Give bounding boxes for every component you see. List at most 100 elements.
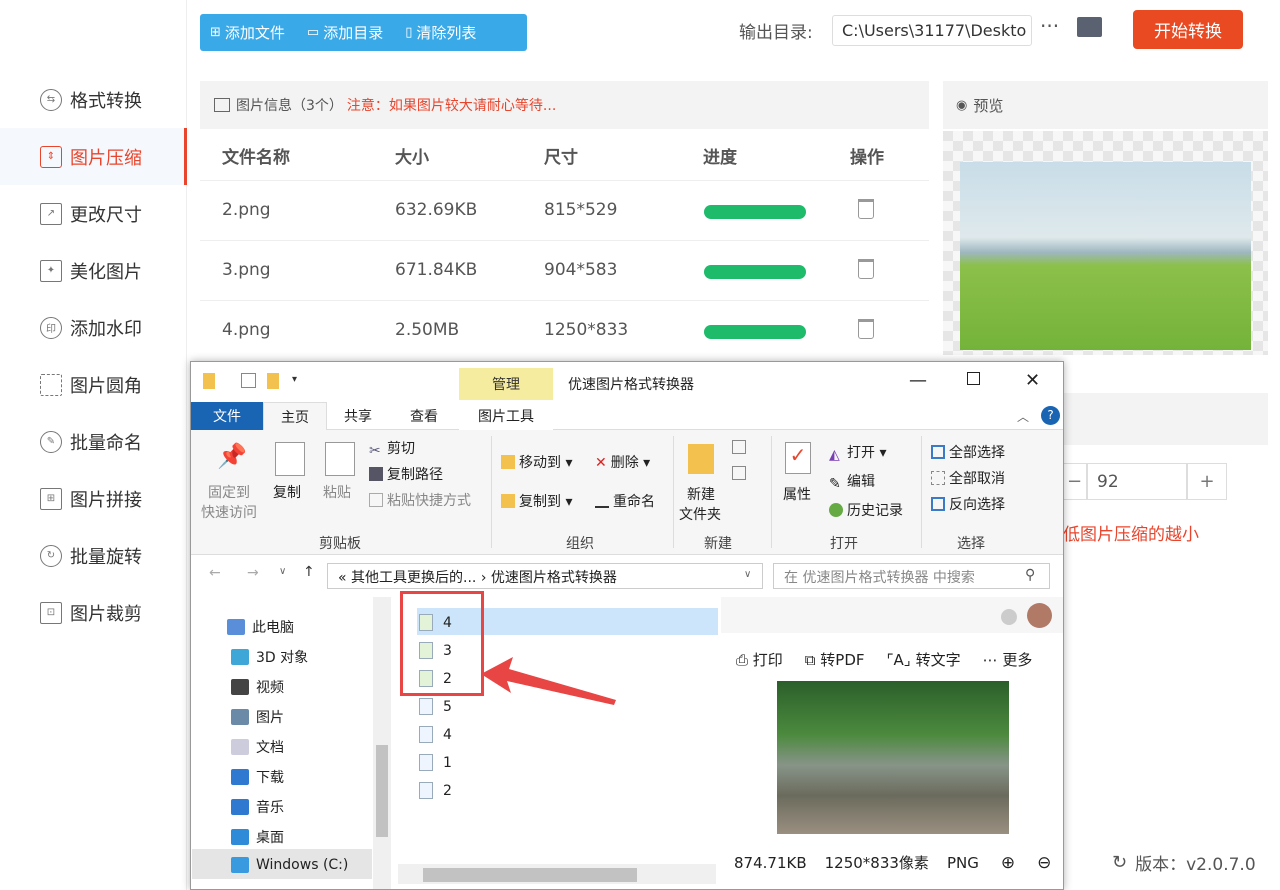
sidebar-item-crop[interactable]: ⊡ 图片裁剪 bbox=[0, 584, 187, 641]
output-dir-field[interactable]: C:\Users\31177\Deskto bbox=[832, 15, 1032, 46]
history-button[interactable]: 历史记录 bbox=[829, 500, 903, 520]
back-arrow-icon[interactable]: ← bbox=[209, 565, 221, 581]
recent-dropdown-icon[interactable]: ∨ bbox=[279, 566, 286, 577]
pin-button-label-1[interactable]: 固定到 bbox=[208, 482, 250, 502]
paste-button[interactable]: 粘贴 bbox=[323, 482, 351, 502]
select-none-button[interactable]: 全部取消 bbox=[931, 468, 1005, 488]
pictures-icon bbox=[231, 709, 249, 725]
quick-access-dropdown-icon[interactable]: ▾ bbox=[292, 374, 297, 385]
tab-view[interactable]: 查看 bbox=[399, 402, 449, 430]
new-folder-label-1[interactable]: 新建 bbox=[687, 484, 715, 504]
more-options-button[interactable]: ··· bbox=[1040, 14, 1059, 38]
maximize-button[interactable] bbox=[967, 372, 980, 385]
copy-to-button[interactable]: 复制到 ▾ bbox=[501, 491, 572, 511]
clear-list-button[interactable]: ▯ 清除列表 bbox=[405, 22, 476, 43]
zoom-in-icon[interactable]: ⊕ bbox=[1001, 853, 1015, 873]
address-dropdown-icon[interactable]: ∨ bbox=[744, 569, 751, 580]
select-all-button[interactable]: 全部选择 bbox=[931, 442, 1005, 462]
image-info-bar: 图片信息（3个） 注意：如果图片较大请耐心等待... bbox=[200, 81, 929, 129]
watermark-icon: 印 bbox=[40, 316, 62, 339]
image-icon bbox=[214, 98, 230, 112]
move-to-button[interactable]: 移动到 ▾ bbox=[501, 452, 572, 472]
minimize-button[interactable]: — bbox=[909, 370, 927, 391]
copy-path-button[interactable]: 复制路径 bbox=[369, 464, 443, 484]
open-folder-icon[interactable] bbox=[1077, 17, 1102, 37]
sidebar-item-watermark[interactable]: 印添加水印 bbox=[0, 299, 187, 356]
new-folder-label-2[interactable]: 文件夹 bbox=[679, 504, 721, 524]
nav-desktop[interactable]: 桌面 bbox=[231, 827, 284, 847]
more-button[interactable]: ⋯ 更多 bbox=[983, 649, 1033, 670]
open-button[interactable]: ◭ 打开 ▾ bbox=[829, 442, 886, 463]
quality-decrease-button[interactable]: − bbox=[1062, 463, 1087, 500]
sidebar-item-rounded[interactable]: 图片圆角 bbox=[0, 356, 187, 413]
quality-input[interactable]: 92 bbox=[1087, 463, 1187, 500]
zoom-out-icon[interactable]: ⊖ bbox=[1037, 853, 1051, 873]
nav-windows-c[interactable]: Windows (C:) bbox=[231, 857, 348, 873]
print-button[interactable]: ⎙ 打印 bbox=[736, 649, 783, 670]
nav-scrollbar-thumb[interactable] bbox=[376, 745, 388, 837]
quality-increase-button[interactable]: + bbox=[1187, 463, 1227, 500]
invert-selection-button[interactable]: 反向选择 bbox=[931, 494, 1005, 514]
to-pdf-button[interactable]: ⧉ 转PDF bbox=[805, 649, 865, 670]
tab-home[interactable]: 主页 bbox=[263, 402, 327, 430]
nav-3d-objects[interactable]: 3D 对象 bbox=[231, 647, 308, 667]
delete-button[interactable]: ✕ 删除 ▾ bbox=[595, 452, 650, 472]
group-select: 选择 bbox=[957, 536, 985, 552]
start-convert-button[interactable]: 开始转换 bbox=[1133, 10, 1243, 49]
close-button[interactable]: ✕ bbox=[1025, 370, 1040, 391]
address-input[interactable]: « 其他工具更换后的... › 优速图片格式转换器 bbox=[327, 563, 763, 589]
nav-this-pc[interactable]: 此电脑 bbox=[227, 617, 294, 637]
tab-share[interactable]: 共享 bbox=[333, 402, 383, 430]
search-input[interactable]: 在 优速图片格式转换器 中搜索 bbox=[773, 563, 1050, 589]
up-arrow-icon[interactable]: ↑ bbox=[303, 564, 315, 580]
to-text-button[interactable]: ⌜A⌟ 转文字 bbox=[887, 649, 961, 670]
new-item-icon[interactable] bbox=[732, 440, 746, 454]
delete-icon[interactable] bbox=[858, 319, 874, 339]
cut-button[interactable]: ✂ 剪切 bbox=[369, 438, 415, 459]
sidebar-item-beautify[interactable]: ✦ 美化图片 bbox=[0, 242, 187, 299]
sidebar-item-resize[interactable]: ↗ 更改尺寸 bbox=[0, 185, 187, 242]
paste-shortcut-label: 粘贴快捷方式 bbox=[387, 493, 471, 509]
tab-picture-tools[interactable]: 图片工具 bbox=[459, 402, 553, 430]
chevron-up-icon[interactable]: ︿ bbox=[1017, 408, 1029, 425]
nav-downloads[interactable]: 下载 bbox=[231, 767, 284, 787]
help-icon[interactable]: ? bbox=[1041, 406, 1060, 425]
edit-button[interactable]: ✎ 编辑 bbox=[829, 471, 875, 492]
forward-arrow-icon[interactable]: → bbox=[247, 565, 259, 581]
hscrollbar-thumb[interactable] bbox=[423, 868, 637, 882]
open-icon: ◭ bbox=[829, 447, 840, 463]
output-dir-label: 输出目录: bbox=[739, 23, 813, 43]
nav-music[interactable]: 音乐 bbox=[231, 797, 284, 817]
easy-access-icon[interactable] bbox=[732, 466, 746, 480]
delete-icon[interactable] bbox=[858, 259, 874, 279]
sidebar-item-format-convert[interactable]: ⇆ 格式转换 bbox=[0, 71, 187, 128]
image-info-title: 图片信息（3个） bbox=[236, 98, 343, 114]
row-divider bbox=[200, 300, 929, 301]
sidebar-item-stitch[interactable]: ⊞ 图片拼接 bbox=[0, 470, 187, 527]
file-item[interactable]: 1 bbox=[419, 754, 452, 771]
tab-file[interactable]: 文件 bbox=[191, 402, 263, 430]
add-dir-button[interactable]: ▭ 添加目录 bbox=[307, 22, 383, 43]
add-file-button[interactable]: ⊞ 添加文件 bbox=[210, 22, 285, 43]
pin-button-label-2[interactable]: 快速访问 bbox=[201, 502, 257, 522]
file-item[interactable]: 5 bbox=[419, 698, 452, 715]
file-item[interactable]: 4 bbox=[419, 726, 452, 743]
avatar[interactable] bbox=[1027, 603, 1052, 628]
nav-documents[interactable]: 文档 bbox=[231, 737, 284, 757]
nav-pictures[interactable]: 图片 bbox=[231, 707, 284, 727]
nav-videos[interactable]: 视频 bbox=[231, 677, 284, 697]
manage-context-tab[interactable]: 管理 bbox=[459, 368, 553, 400]
paste-shortcut-button[interactable]: 粘贴快捷方式 bbox=[369, 490, 471, 510]
sidebar-item-rotate[interactable]: ↻ 批量旋转 bbox=[0, 527, 187, 584]
sidebar-item-label: 图片拼接 bbox=[70, 489, 142, 511]
properties-quick-icon[interactable] bbox=[241, 373, 256, 388]
sidebar-item-rename[interactable]: ✎ 批量命名 bbox=[0, 413, 187, 470]
copy-button[interactable]: 复制 bbox=[273, 482, 301, 502]
rename-button[interactable]: 重命名 bbox=[595, 491, 655, 511]
properties-button[interactable]: 属性 bbox=[783, 484, 811, 504]
delete-icon[interactable] bbox=[858, 199, 874, 219]
nav-scrollbar[interactable] bbox=[373, 597, 391, 889]
file-item[interactable]: 2 bbox=[419, 782, 452, 799]
new-folder-quick-icon[interactable] bbox=[267, 373, 279, 389]
sidebar-item-compress[interactable]: ⇕ 图片压缩 bbox=[0, 128, 187, 185]
